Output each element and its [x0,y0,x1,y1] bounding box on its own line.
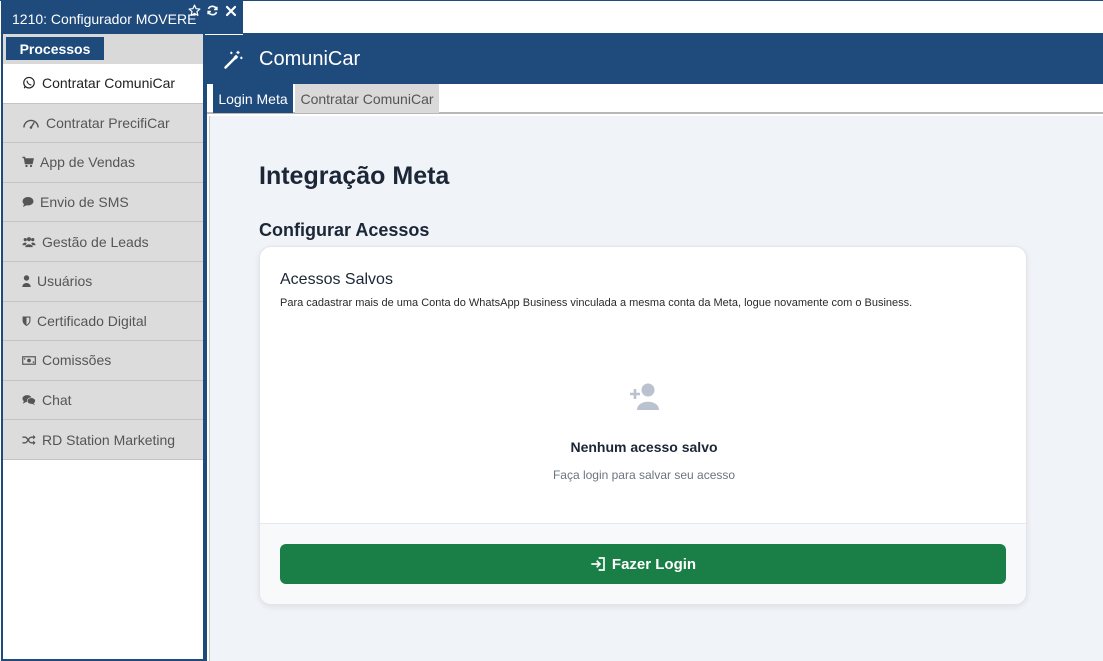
cart-icon [22,155,34,169]
sidebar-item-usuarios[interactable]: Usuários [3,261,203,302]
whatsapp-icon [22,76,36,90]
page-header: ComuniCar [207,35,1103,84]
close-icon[interactable] [224,4,237,17]
tab-login-meta[interactable]: Login Meta [213,84,293,113]
tab-contratar-comunicar[interactable]: Contratar ComuniCar [295,84,439,113]
sidebar-item-label: Comissões [42,352,112,369]
sign-in-icon [590,556,606,572]
sidebar-item-label: Usuários [37,273,93,290]
window-title: 1210: Configurador MOVERE [12,10,197,27]
users-icon [22,235,36,249]
sidebar-item-certificado-digital[interactable]: Certificado Digital [3,301,203,342]
tab-bar: Login Meta Contratar ComuniCar [207,84,1103,114]
login-button-label: Fazer Login [611,555,697,573]
sidebar-item-envio-de-sms[interactable]: Envio de SMS [3,182,203,223]
magic-wand-icon [223,50,243,70]
page-header-title: ComuniCar [259,48,361,70]
sidebar-item-label: Chat [42,392,72,409]
shield-icon [22,314,31,328]
sidebar-item-label: Envio de SMS [40,194,129,211]
window-tab[interactable]: 1210: Configurador MOVERE [1,1,243,34]
sidebar-item-rd-station-marketing[interactable]: RD Station Marketing [3,420,203,460]
empty-state-title: Nenhum acesso salvo [570,439,718,455]
user-icon [22,274,31,288]
card-title: Acessos Salvos [280,271,393,288]
sidebar: Processos Contratar ComuniCar Contratar … [1,34,205,661]
sidebar-item-contratar-comunicar[interactable]: Contratar ComuniCar [3,64,203,104]
sidebar-item-label: Contratar PrecifiCar [46,114,170,131]
comment-icon [22,195,34,209]
processes-tab[interactable]: Processos [6,37,104,60]
sidebar-item-label: Certificado Digital [37,312,147,329]
login-button[interactable]: Fazer Login [280,544,1006,584]
sidebar-item-label: RD Station Marketing [42,431,176,448]
card-description: Para cadastrar mais de uma Conta do What… [280,297,913,309]
sidebar-item-contratar-precificar[interactable]: Contratar PrecifiCar [3,103,203,144]
sidebar-item-gestao-de-leads[interactable]: Gestão de Leads [3,222,203,262]
user-plus-icon [626,383,662,411]
money-icon [22,353,36,367]
dashboard-icon [22,116,40,130]
main-panel: ComuniCar Login Meta Contratar ComuniCar… [205,35,1103,661]
sidebar-item-label: Gestão de Leads [42,233,149,250]
section-title: Configurar Acessos [259,220,430,240]
sidebar-item-label: Contratar ComuniCar [42,75,176,92]
card-footer: Fazer Login [260,523,1026,604]
sidebar-item-comissoes[interactable]: Comissões [3,341,203,381]
page-title: Integração Meta [259,162,450,190]
sidebar-item-app-de-vendas[interactable]: App de Vendas [3,143,203,183]
saved-access-card: Acessos Salvos Para cadastrar mais de um… [259,246,1027,605]
content-area: Integração Meta Configurar Acessos Acess… [209,116,1103,661]
sidebar-item-chat[interactable]: Chat [3,380,203,421]
sidebar-item-label: App de Vendas [40,154,135,171]
star-icon[interactable] [188,4,201,17]
chat-icon [22,393,36,407]
empty-state-subtitle: Faça login para salvar seu acesso [552,468,736,482]
process-menu: Contratar ComuniCar Contratar PrecifiCar… [3,64,203,460]
shuffle-icon [22,433,36,447]
refresh-icon[interactable] [206,4,219,17]
